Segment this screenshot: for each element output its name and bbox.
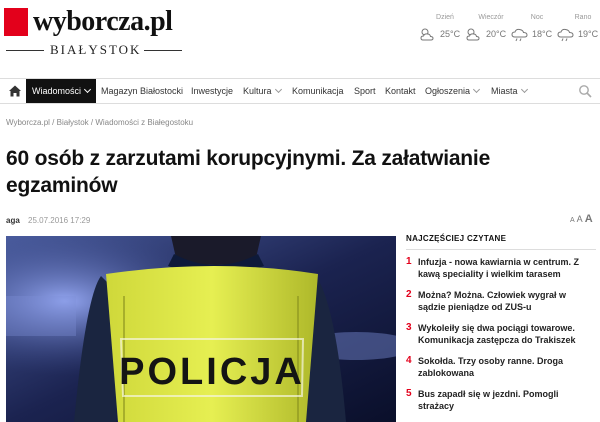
nav-label: Kontakt bbox=[385, 86, 416, 96]
item-title: Bus zapadł się w jezdni. Pomogli strażac… bbox=[418, 389, 559, 411]
nav-item-inwestycje[interactable]: Inwestycje bbox=[191, 79, 233, 103]
site-logo[interactable]: wyborcza.pl BIAŁYSTOK bbox=[4, 6, 184, 62]
main-nav: Wiadomości Magazyn Białostocki Inwestycj… bbox=[0, 78, 600, 104]
divider bbox=[6, 50, 44, 51]
article-photo[interactable]: POLICJA bbox=[6, 236, 396, 422]
sidebar-title: NAJCZĘŚCIEJ CZYTANE bbox=[406, 234, 596, 250]
article-meta: aga 25.07.2016 17:29 bbox=[6, 216, 90, 225]
weather-night: Noc 18°C bbox=[510, 14, 554, 46]
weather-label: Noc bbox=[530, 14, 544, 21]
nav-label: Ogłoszenia bbox=[425, 86, 471, 96]
nav-item-wiadomosci[interactable]: Wiadomości bbox=[26, 79, 97, 103]
nav-item-kultura[interactable]: Kultura bbox=[243, 79, 282, 103]
font-size-small-button[interactable]: A bbox=[570, 217, 575, 224]
breadcrumb-link[interactable]: Białystok bbox=[57, 118, 89, 127]
chevron-down-icon bbox=[83, 85, 92, 94]
chevron-down-icon bbox=[274, 85, 282, 94]
item-number: 1 bbox=[406, 256, 412, 267]
item-title: Wykoleiły się dwa pociągi towarowe. Komu… bbox=[418, 323, 576, 345]
nav-label: Miasta bbox=[491, 86, 518, 96]
most-read-sidebar: NAJCZĘŚCIEJ CZYTANE 1 Infuzja - nowa kaw… bbox=[406, 234, 596, 421]
item-number: 5 bbox=[406, 388, 412, 399]
home-icon[interactable] bbox=[8, 84, 22, 98]
chevron-down-icon bbox=[520, 85, 528, 94]
weather-temp: 25°C bbox=[440, 29, 461, 39]
item-title: Infuzja - nowa kawiarnia w centrum. Z ka… bbox=[418, 257, 580, 279]
item-number: 4 bbox=[406, 355, 412, 366]
partly-cloudy-icon bbox=[466, 28, 480, 41]
item-number: 2 bbox=[406, 289, 412, 300]
breadcrumb: Wyborcza.pl / Białystok / Wiadomości z B… bbox=[6, 118, 194, 127]
weather-widget[interactable]: Dzień 25°C Wieczór 20°C Noc 18°C Rano 19… bbox=[418, 14, 600, 46]
most-read-item[interactable]: 4 Sokołda. Trzy osoby ranne. Droga zablo… bbox=[406, 355, 596, 379]
logo-text: wyborcza.pl bbox=[33, 6, 173, 37]
divider bbox=[144, 50, 182, 51]
nav-label: Sport bbox=[354, 86, 376, 96]
nav-item-komunikacja[interactable]: Komunikacja bbox=[292, 79, 344, 103]
vest-text: POLICJA bbox=[119, 351, 305, 393]
partly-cloudy-icon bbox=[420, 28, 434, 41]
most-read-item[interactable]: 3 Wykoleiły się dwa pociągi towarowe. Ko… bbox=[406, 322, 596, 346]
article-title: 60 osób z zarzutami korupcyjnymi. Za zał… bbox=[6, 147, 491, 197]
item-title: Można? Można. Człowiek wygrał w sądzie p… bbox=[418, 290, 567, 312]
weather-label: Wieczór bbox=[478, 14, 504, 21]
nav-label: Inwestycje bbox=[191, 86, 234, 96]
weather-morning: Rano 19°C bbox=[556, 14, 600, 46]
weather-temp: 20°C bbox=[486, 29, 507, 39]
weather-label: Dzień bbox=[436, 14, 454, 21]
chevron-down-icon bbox=[472, 85, 481, 94]
item-number: 3 bbox=[406, 322, 412, 333]
logo-mark bbox=[4, 8, 28, 36]
nav-label: Wiadomości bbox=[32, 86, 82, 96]
city-label: BIAŁYSTOK bbox=[6, 42, 182, 58]
font-size-controls: AAA bbox=[570, 213, 595, 225]
nav-label: Magazyn Białostocki bbox=[101, 86, 184, 96]
breadcrumb-link[interactable]: Wyborcza.pl bbox=[6, 118, 50, 127]
article-author[interactable]: aga bbox=[6, 216, 20, 225]
font-size-large-button[interactable]: A bbox=[585, 213, 593, 225]
weather-evening: Wieczór 20°C bbox=[464, 14, 508, 46]
nav-item-miasta[interactable]: Miasta bbox=[491, 79, 528, 103]
nav-item-magazyn[interactable]: Magazyn Białostocki bbox=[101, 79, 183, 103]
search-icon[interactable] bbox=[578, 84, 592, 98]
nav-label: Kultura bbox=[243, 86, 272, 96]
city-name: BIAŁYSTOK bbox=[50, 42, 142, 57]
police-officer-image: POLICJA bbox=[6, 236, 396, 422]
nav-label: Komunikacja bbox=[292, 86, 344, 96]
nav-item-sport[interactable]: Sport bbox=[354, 79, 376, 103]
article-date: 25.07.2016 17:29 bbox=[28, 216, 91, 225]
cloud-rain-icon bbox=[511, 28, 528, 42]
masthead: wyborcza.pl BIAŁYSTOK Dzień 25°C Wieczór… bbox=[0, 0, 600, 70]
weather-temp: 19°C bbox=[578, 29, 599, 39]
most-read-item[interactable]: 1 Infuzja - nowa kawiarnia w centrum. Z … bbox=[406, 256, 596, 280]
font-size-medium-button[interactable]: A bbox=[577, 214, 583, 224]
weather-day: Dzień 25°C bbox=[418, 14, 462, 46]
breadcrumb-link[interactable]: Wiadomości z Białegostoku bbox=[95, 118, 193, 127]
item-title: Sokołda. Trzy osoby ranne. Droga zabloko… bbox=[418, 356, 564, 378]
nav-item-ogloszenia[interactable]: Ogłoszenia bbox=[425, 79, 481, 103]
most-read-item[interactable]: 2 Można? Można. Człowiek wygrał w sądzie… bbox=[406, 289, 596, 313]
weather-temp: 18°C bbox=[532, 29, 553, 39]
cloud-rain-icon bbox=[557, 28, 574, 42]
most-read-item[interactable]: 5 Bus zapadł się w jezdni. Pomogli straż… bbox=[406, 388, 596, 412]
nav-item-kontakt[interactable]: Kontakt bbox=[385, 79, 416, 103]
weather-label: Rano bbox=[574, 14, 592, 21]
